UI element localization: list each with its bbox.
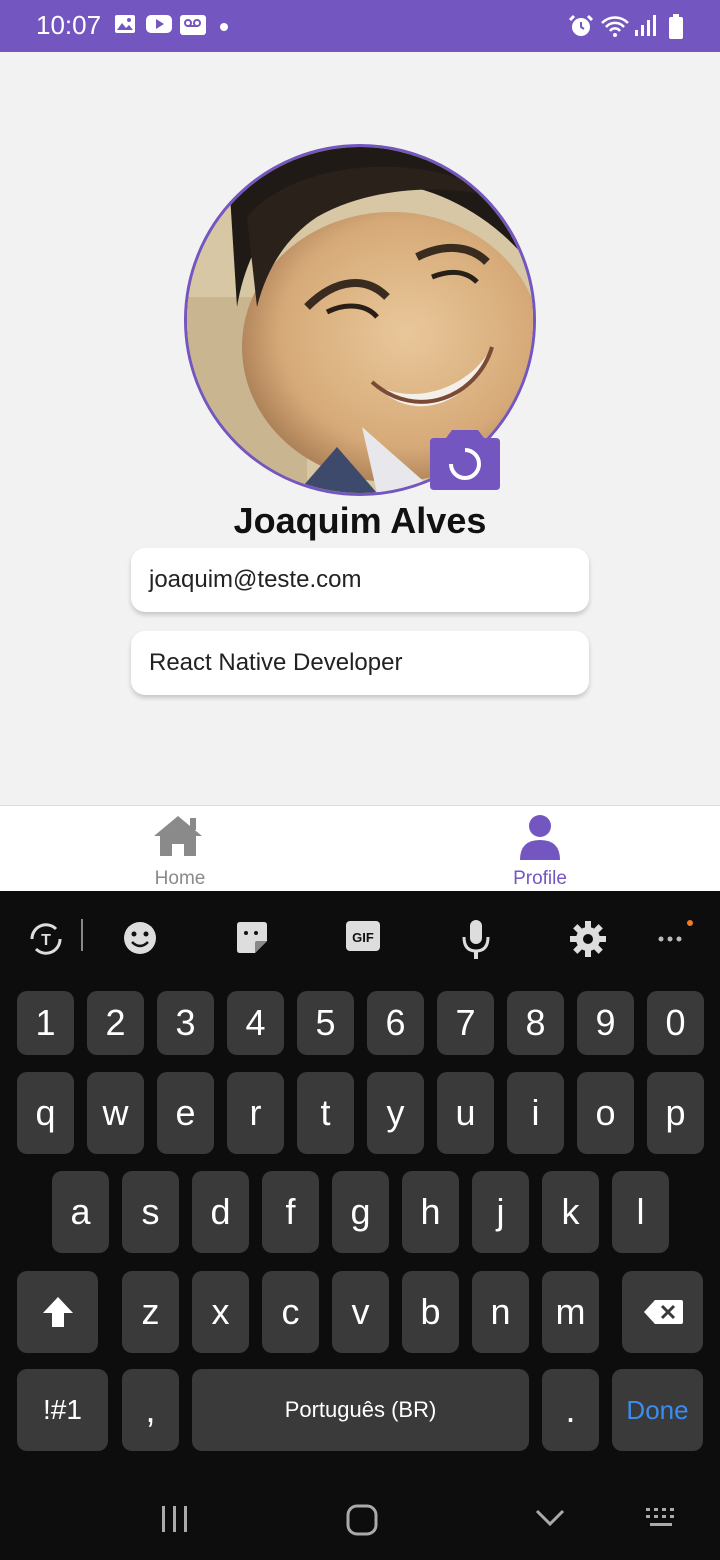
gif-label: GIF: [352, 930, 374, 945]
key-l[interactable]: l: [612, 1171, 669, 1253]
key-v[interactable]: v: [332, 1271, 389, 1353]
key-0[interactable]: 0: [647, 991, 704, 1055]
recents-icon[interactable]: [160, 1504, 190, 1538]
key-7[interactable]: 7: [437, 991, 494, 1055]
period-key[interactable]: .: [542, 1369, 599, 1451]
key-o[interactable]: o: [577, 1072, 634, 1154]
key-s[interactable]: s: [122, 1171, 179, 1253]
wifi-icon: [600, 14, 630, 42]
key-r[interactable]: r: [227, 1072, 284, 1154]
tab-home[interactable]: Home: [0, 806, 360, 892]
status-bar: 10:07: [0, 0, 720, 52]
profile-name: Joaquim Alves: [233, 500, 487, 541]
shift-key[interactable]: [17, 1271, 98, 1353]
signal-icon: [634, 14, 656, 42]
key-a[interactable]: a: [52, 1171, 109, 1253]
home-icon: [152, 814, 204, 862]
sticker-icon[interactable]: [233, 919, 271, 961]
key-2[interactable]: 2: [87, 991, 144, 1055]
role-field[interactable]: React Native Developer: [131, 631, 589, 695]
key-z[interactable]: z: [122, 1271, 179, 1353]
gif-icon[interactable]: GIF: [346, 919, 382, 957]
system-nav-bar: [0, 1480, 720, 1560]
tab-profile[interactable]: Profile: [360, 806, 720, 892]
key-i[interactable]: i: [507, 1072, 564, 1154]
key-d[interactable]: d: [192, 1171, 249, 1253]
key-g[interactable]: g: [332, 1171, 389, 1253]
image-icon: [114, 14, 136, 38]
more-icon[interactable]: [656, 917, 696, 951]
key-p[interactable]: p: [647, 1072, 704, 1154]
tab-profile-label: Profile: [513, 868, 567, 889]
tab-home-label: Home: [154, 868, 206, 889]
key-5[interactable]: 5: [297, 991, 354, 1055]
done-key[interactable]: Done: [612, 1369, 703, 1451]
space-key[interactable]: Português (BR): [192, 1369, 529, 1451]
key-1[interactable]: 1: [17, 991, 74, 1055]
key-t[interactable]: t: [297, 1072, 354, 1154]
camera-icon[interactable]: [430, 428, 500, 490]
key-x[interactable]: x: [192, 1271, 249, 1353]
settings-icon[interactable]: [568, 919, 608, 963]
notification-dot: [220, 23, 228, 31]
key-u[interactable]: u: [437, 1072, 494, 1154]
translate-icon[interactable]: T: [26, 919, 66, 963]
back-chevron-icon[interactable]: [534, 1508, 566, 1532]
key-m[interactable]: m: [542, 1271, 599, 1353]
toolbar-divider: [80, 915, 84, 959]
backspace-key[interactable]: [622, 1271, 703, 1353]
key-9[interactable]: 9: [577, 991, 634, 1055]
key-6[interactable]: 6: [367, 991, 424, 1055]
voicemail-icon: [180, 14, 206, 40]
key-w[interactable]: w: [87, 1072, 144, 1154]
person-icon: [518, 814, 562, 864]
bottom-tab-bar: Home Profile: [0, 805, 720, 891]
soft-keyboard: T GIF 1234567890 q w e r t y u i o p a s…: [0, 891, 720, 1560]
svg-text:T: T: [41, 932, 51, 949]
key-4[interactable]: 4: [227, 991, 284, 1055]
key-j[interactable]: j: [472, 1171, 529, 1253]
key-y[interactable]: y: [367, 1072, 424, 1154]
key-8[interactable]: 8: [507, 991, 564, 1055]
home-nav-icon[interactable]: [345, 1503, 379, 1541]
avatar-container: [184, 144, 536, 496]
battery-icon: [668, 14, 684, 44]
profile-screen: 10:07 Joaquim Alves joaquim@teste.com Re…: [0, 0, 720, 1560]
backspace-icon: [643, 1300, 683, 1324]
alarm-icon: [568, 14, 594, 42]
emoji-icon[interactable]: [121, 919, 159, 961]
youtube-icon: [146, 14, 172, 38]
shift-icon: [42, 1297, 73, 1327]
mic-icon[interactable]: [462, 919, 490, 965]
status-time: 10:07: [36, 10, 102, 40]
key-f[interactable]: f: [262, 1171, 319, 1253]
keyboard-switch-icon[interactable]: [644, 1506, 680, 1534]
symbols-key[interactable]: !#1: [17, 1369, 108, 1451]
key-c[interactable]: c: [262, 1271, 319, 1353]
comma-key[interactable]: ,: [122, 1369, 179, 1451]
key-h[interactable]: h: [402, 1171, 459, 1253]
key-b[interactable]: b: [402, 1271, 459, 1353]
key-3[interactable]: 3: [157, 991, 214, 1055]
key-n[interactable]: n: [472, 1271, 529, 1353]
key-q[interactable]: q: [17, 1072, 74, 1154]
email-field[interactable]: joaquim@teste.com: [131, 548, 589, 612]
key-e[interactable]: e: [157, 1072, 214, 1154]
key-k[interactable]: k: [542, 1171, 599, 1253]
